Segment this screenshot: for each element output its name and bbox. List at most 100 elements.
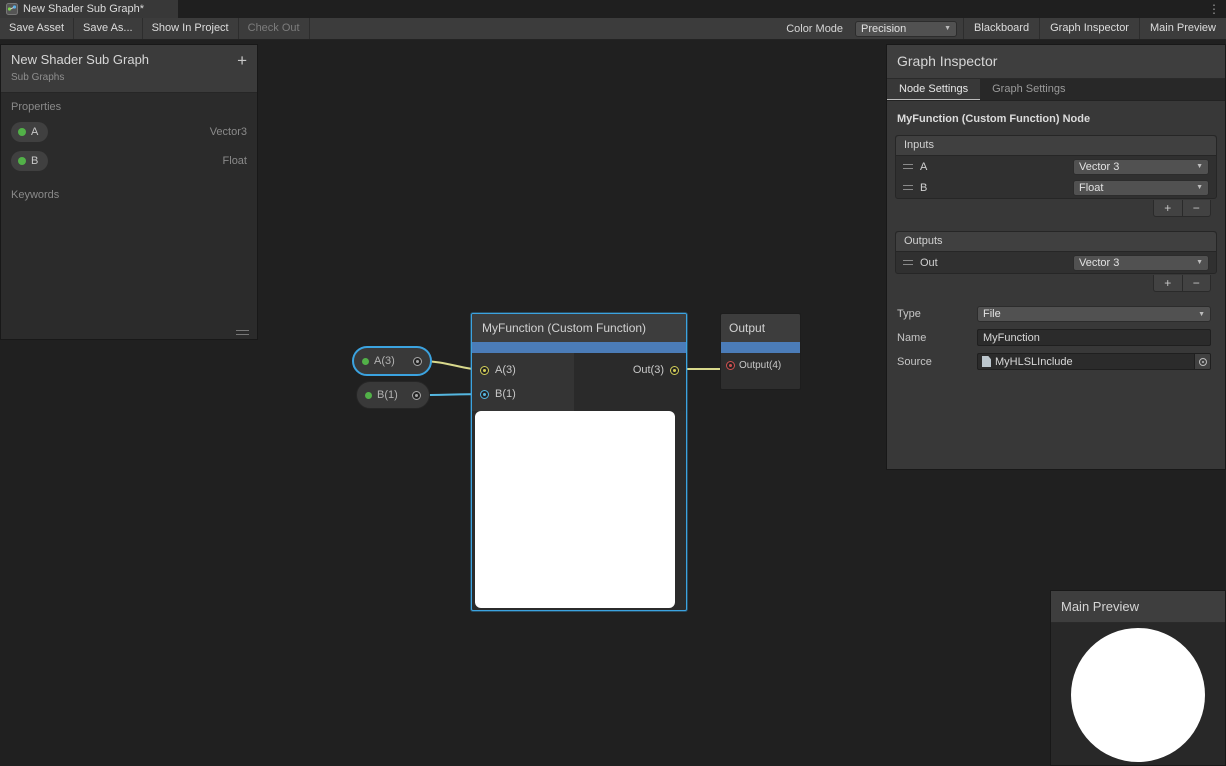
output-out-type-dropdown[interactable]: Vector 3 ▼ <box>1073 255 1209 271</box>
source-label: Source <box>897 356 977 368</box>
toolbar: Save Asset Save As... Show In Project Ch… <box>0 18 1226 40</box>
outputs-remove-button[interactable]: − <box>1183 275 1211 291</box>
node-title-bar[interactable]: MyFunction (Custom Function) <box>472 314 686 342</box>
node-title-bar[interactable]: Output <box>721 314 800 342</box>
save-as-button[interactable]: Save As... <box>74 18 143 39</box>
outputs-add-button[interactable]: + <box>1154 275 1183 291</box>
color-mode-dropdown[interactable]: Precision ▼ <box>855 21 957 37</box>
inputs-box: Inputs A Vector 3 ▼ B Float ▼ <box>895 135 1217 199</box>
input-b-type-dropdown[interactable]: Float ▼ <box>1073 180 1209 196</box>
property-node-b[interactable]: B(1) <box>356 381 430 409</box>
inputs-remove-button[interactable]: − <box>1183 200 1211 216</box>
properties-section-label: Properties <box>1 93 257 117</box>
inputs-add-button[interactable]: + <box>1154 200 1183 216</box>
node-title: Output <box>729 321 765 335</box>
output-name: Out <box>920 257 938 269</box>
input-a-type-dropdown[interactable]: Vector 3 ▼ <box>1073 159 1209 175</box>
keywords-section-label: Keywords <box>1 181 257 205</box>
property-pill-a[interactable]: A <box>11 122 48 142</box>
property-type-label: Float <box>223 155 247 167</box>
output-out-type-value: Vector 3 <box>1079 257 1119 269</box>
output-ports: Out(3) <box>574 353 686 411</box>
property-row-a: A Vector3 <box>1 117 257 146</box>
tab-graph-settings[interactable]: Graph Settings <box>980 79 1077 100</box>
property-pill-b[interactable]: B <box>11 151 48 171</box>
property-name: A <box>31 126 38 138</box>
inputs-add-remove-bar: + − <box>1153 200 1211 217</box>
output-row-out: Out Vector 3 ▼ <box>896 252 1216 273</box>
port-row-output: Output(4) <box>721 353 800 377</box>
port-row-a: A(3) <box>472 358 574 382</box>
drag-handle-icon[interactable] <box>903 164 913 169</box>
main-preview-title: Main Preview <box>1061 599 1139 614</box>
property-type-dot <box>362 358 369 365</box>
input-port-b[interactable] <box>480 390 489 399</box>
node-accent-bar <box>721 342 800 353</box>
port-label: Out(3) <box>633 364 664 376</box>
blackboard-toggle-button[interactable]: Blackboard <box>963 18 1039 39</box>
node-myfunction[interactable]: MyFunction (Custom Function) A(3) B(1) O… <box>471 313 687 611</box>
property-type-dot <box>18 157 26 165</box>
blackboard-header[interactable]: New Shader Sub Graph Sub Graphs + <box>1 45 257 93</box>
node-preview-area <box>475 411 675 608</box>
node-port-area: A(3) B(1) Out(3) <box>472 353 686 411</box>
property-b-output-port[interactable] <box>412 391 421 400</box>
add-property-button[interactable]: + <box>237 53 247 69</box>
input-b-type-value: Float <box>1079 182 1103 194</box>
property-node-label: A(3) <box>374 355 395 367</box>
drag-handle-icon[interactable] <box>903 260 913 265</box>
node-title: MyFunction (Custom Function) <box>482 321 646 335</box>
property-a-output-port[interactable] <box>413 357 422 366</box>
graph-inspector-toggle-button[interactable]: Graph Inspector <box>1039 18 1139 39</box>
input-port-a[interactable] <box>480 366 489 375</box>
input-a-type-value: Vector 3 <box>1079 161 1119 173</box>
property-node-label: B(1) <box>377 389 398 401</box>
tab-new-shader-sub-graph[interactable]: New Shader Sub Graph* <box>0 0 178 18</box>
property-type-dot <box>18 128 26 136</box>
object-picker-button[interactable] <box>1194 354 1210 369</box>
input-port-output[interactable] <box>726 361 735 370</box>
chevron-down-icon: ▼ <box>1198 311 1205 318</box>
save-asset-button[interactable]: Save Asset <box>0 18 74 39</box>
tab-node-settings[interactable]: Node Settings <box>887 79 980 100</box>
blackboard-panel: New Shader Sub Graph Sub Graphs + Proper… <box>0 44 258 340</box>
drag-handle-icon[interactable] <box>903 185 913 190</box>
port-label: B(1) <box>495 388 516 400</box>
node-accent-bar <box>472 342 686 353</box>
name-field-row: Name <box>897 329 1211 346</box>
blackboard-resize-grip[interactable] <box>236 330 249 335</box>
property-type-dot <box>365 392 372 399</box>
graph-inspector-panel: Graph Inspector Node Settings Graph Sett… <box>886 44 1226 470</box>
toolbar-right-group: Color Mode Precision ▼ Blackboard Graph … <box>780 18 1226 39</box>
port-row-out: Out(3) <box>633 358 679 382</box>
main-preview-toggle-button[interactable]: Main Preview <box>1139 18 1226 39</box>
inputs-header: Inputs <box>896 136 1216 156</box>
node-output[interactable]: Output Output(4) <box>720 313 801 390</box>
tab-title: New Shader Sub Graph* <box>23 3 144 15</box>
name-label: Name <box>897 332 977 344</box>
graph-inspector-title: Graph Inspector <box>897 53 997 69</box>
color-mode-label: Color Mode <box>780 23 849 35</box>
output-port-out[interactable] <box>670 366 679 375</box>
shader-graph-window: New Shader Sub Graph* ⋮ Save Asset Save … <box>0 0 1226 766</box>
port-label: A(3) <box>495 364 516 376</box>
object-picker-icon <box>1199 358 1207 366</box>
chevron-down-icon: ▼ <box>1196 259 1203 266</box>
graph-inspector-header[interactable]: Graph Inspector <box>887 45 1225 79</box>
main-preview-header[interactable]: Main Preview <box>1051 591 1225 623</box>
preview-sphere[interactable] <box>1071 628 1205 762</box>
show-in-project-button[interactable]: Show In Project <box>143 18 239 39</box>
input-name: A <box>920 161 927 173</box>
node-settings-heading: MyFunction (Custom Function) Node <box>897 113 1215 125</box>
property-type-label: Vector3 <box>210 126 247 138</box>
file-icon <box>982 356 991 367</box>
property-node-a[interactable]: A(3) <box>352 346 432 376</box>
source-value: MyHLSLInclude <box>995 356 1073 368</box>
source-object-field[interactable]: MyHLSLInclude <box>977 353 1211 370</box>
type-dropdown[interactable]: File ▼ <box>977 306 1211 322</box>
input-row-b: B Float ▼ <box>896 177 1216 198</box>
blackboard-title: New Shader Sub Graph <box>11 52 247 67</box>
input-name: B <box>920 182 927 194</box>
window-menu-icon[interactable]: ⋮ <box>1208 1 1220 17</box>
name-input[interactable] <box>977 329 1211 346</box>
